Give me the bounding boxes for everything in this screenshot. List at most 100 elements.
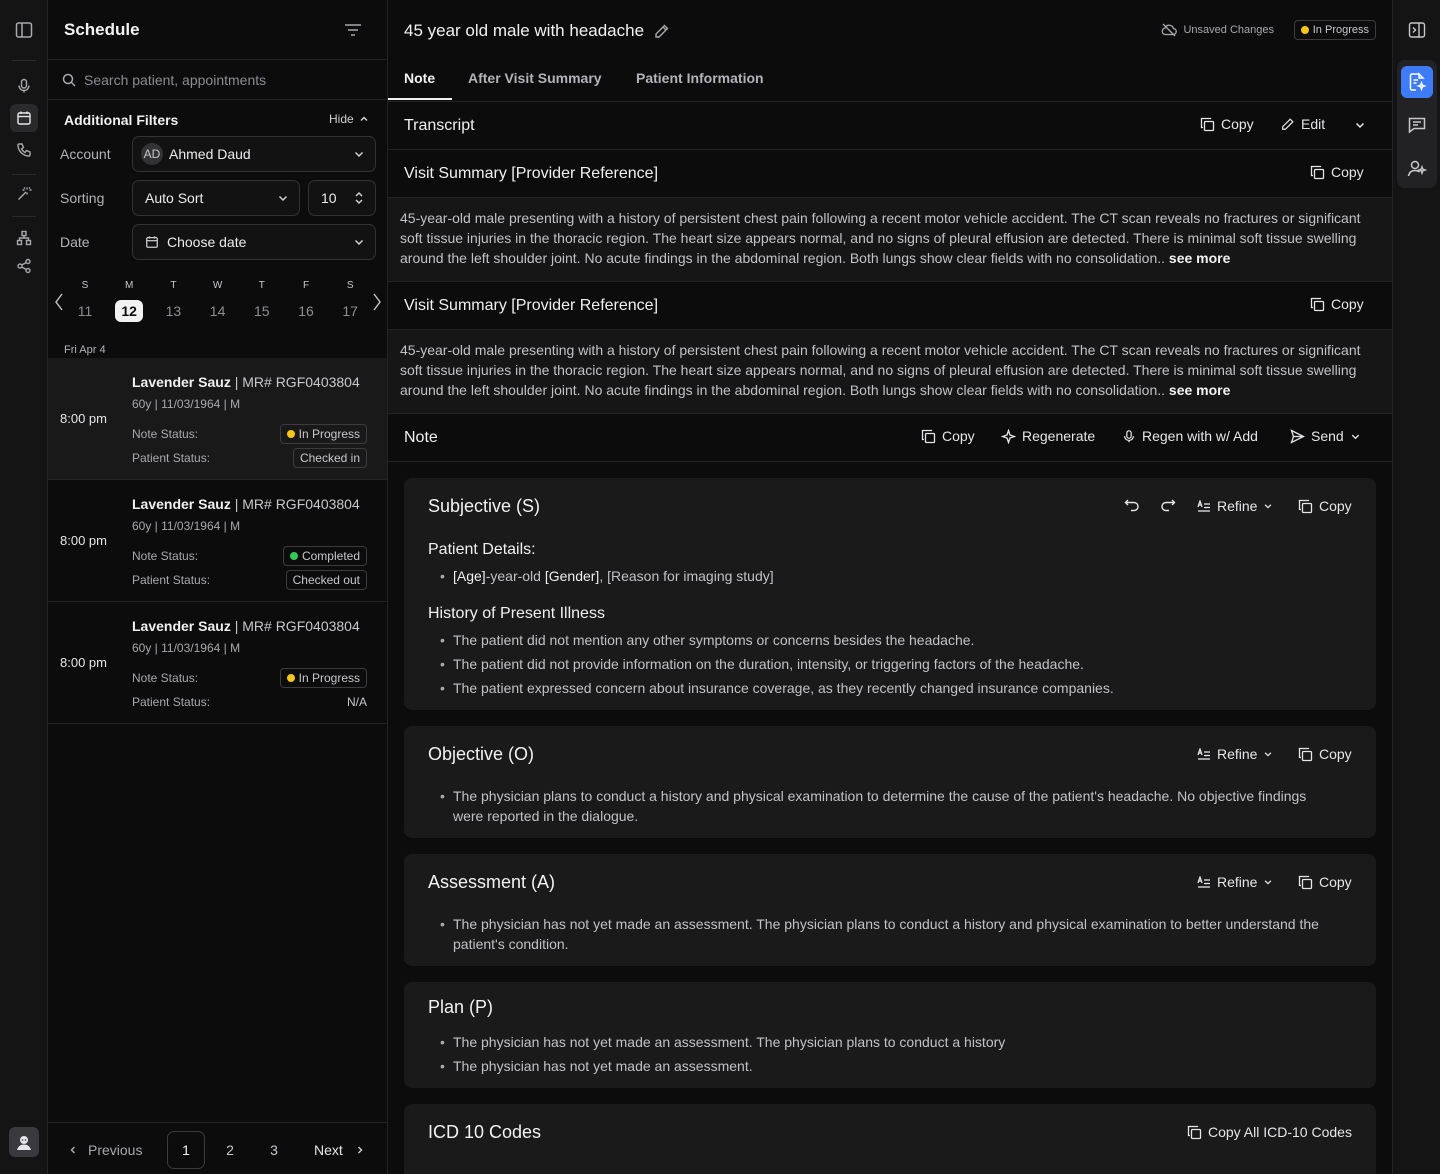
phone-icon[interactable] [10, 136, 38, 164]
panel-collapse-icon[interactable] [1408, 21, 1426, 39]
sidebar-toggle-icon[interactable] [10, 16, 38, 44]
previous-label: Previous [88, 1142, 143, 1158]
appointment-row[interactable]: 8:00 pm Lavender Sauz | MR# RGF0403804 60y… [48, 358, 387, 480]
appointment-row[interactable]: 8:00 pm Lavender Sauz | MR# RGF0403804 60y… [48, 480, 387, 602]
patient-status-badge: Checked out [285, 570, 367, 590]
magic-wand-icon[interactable] [10, 180, 38, 208]
icd-codes-card: ICD 10 Codes Copy All ICD-10 Codes [404, 1104, 1376, 1174]
note-status-text: In Progress [298, 671, 360, 685]
note-status-label: Note Status: [132, 427, 199, 441]
hierarchy-icon[interactable] [10, 224, 38, 252]
microphone-icon[interactable] [10, 72, 38, 100]
sparkle-icon [1001, 428, 1016, 444]
subjective-copy-button[interactable]: Copy [1298, 498, 1352, 514]
document-ai-icon[interactable] [1401, 66, 1433, 98]
calendar-day[interactable]: 11 [70, 300, 100, 322]
transcript-expand-button[interactable] [1354, 119, 1366, 131]
hide-filters-button[interactable]: Hide [329, 112, 369, 126]
see-more-link[interactable]: see more [1169, 382, 1230, 398]
regen-with-add-button[interactable]: Regen with w/ Add [1122, 428, 1258, 444]
chevron-down-icon [278, 195, 288, 202]
weekday-letter: S [81, 280, 89, 291]
weekday-letter: M [125, 280, 134, 291]
plan-item: The physician has not yet made an assess… [440, 1056, 1340, 1076]
account-select[interactable]: AD Ahmed Daud [132, 136, 376, 172]
edit-label: Edit [1301, 116, 1326, 132]
copy-icon [1187, 1125, 1202, 1139]
additional-filters-title: Additional Filters [64, 112, 179, 128]
refine-dropdown[interactable]: Refine [1197, 498, 1273, 514]
left-rail [0, 0, 48, 1174]
refine-icon [1197, 500, 1210, 512]
objective-item: The physician plans to conduct a history… [440, 786, 1340, 826]
page-number-button[interactable]: 1 [167, 1131, 205, 1169]
previous-page-button[interactable]: Previous [68, 1131, 142, 1169]
transcript-edit-button[interactable]: Edit [1281, 116, 1325, 132]
note-copy-button[interactable]: Copy [921, 428, 975, 444]
copy-all-icd-button[interactable]: Copy All ICD-10 Codes [1187, 1124, 1352, 1140]
page-number-button[interactable]: 2 [211, 1131, 249, 1169]
regen-with-add-label: Regen with w/ Add [1142, 428, 1258, 444]
hpi-item: The patient expressed concern about insu… [440, 678, 1340, 698]
objective-copy-button[interactable]: Copy [1298, 746, 1352, 762]
tab-patient-information[interactable]: Patient Information [636, 70, 764, 86]
patient-name-text: Lavender Sauz [132, 496, 231, 512]
calendar-day[interactable]: 16 [291, 300, 321, 322]
user-avatar-icon[interactable] [9, 1127, 39, 1157]
note-editor: 45 year old male with headache Unsaved C… [388, 0, 1392, 1174]
search-input[interactable] [84, 70, 374, 90]
assistant-icon[interactable] [1401, 152, 1433, 184]
page-size-stepper[interactable]: 10 [308, 180, 376, 216]
pencil-icon [1282, 118, 1294, 130]
weekday-letter: T [258, 280, 265, 291]
tab-after-visit-summary[interactable]: After Visit Summary [468, 70, 602, 86]
chat-icon[interactable] [1401, 109, 1433, 141]
chevron-down-icon [354, 239, 364, 246]
calendar-day[interactable]: 15 [247, 300, 277, 322]
date-placeholder: Choose date [167, 234, 247, 250]
regenerate-button[interactable]: Regenerate [1001, 428, 1095, 444]
assessment-copy-button[interactable]: Copy [1298, 874, 1352, 890]
appointment-time: 8:00 pm [60, 411, 107, 426]
calendar-day[interactable]: 12 [115, 300, 144, 322]
undo-button[interactable] [1124, 498, 1140, 512]
prev-week-arrow[interactable] [54, 292, 64, 312]
page-number-button[interactable]: 3 [255, 1131, 293, 1169]
refine-dropdown[interactable]: Refine [1197, 746, 1273, 762]
pencil-icon[interactable] [654, 23, 670, 39]
redo-button[interactable] [1160, 498, 1176, 512]
patient-details-item: [Age]-year-old [Gender], [Reason for ima… [440, 566, 1340, 586]
visit-title: 45 year old male with headache [404, 21, 670, 41]
calendar-day[interactable]: 14 [203, 300, 233, 322]
refine-dropdown[interactable]: Refine [1197, 874, 1273, 890]
see-more-link[interactable]: see more [1169, 250, 1230, 266]
sorting-select[interactable]: Auto Sort [132, 180, 300, 216]
calendar-day[interactable]: 17 [335, 300, 365, 322]
medical-record-number: | MR# RGF0403804 [230, 374, 360, 390]
filter-icon[interactable] [344, 22, 362, 38]
visit-summary-copy-button[interactable]: Copy [1310, 296, 1364, 312]
active-tab-indicator [388, 98, 452, 100]
copy-label: Copy [1221, 116, 1254, 132]
calendar-day[interactable]: 13 [158, 300, 188, 322]
next-week-arrow[interactable] [372, 292, 382, 312]
patient-name-text: Lavender Sauz [132, 618, 231, 634]
next-page-button[interactable]: Next [314, 1131, 365, 1169]
send-button[interactable]: Send [1290, 428, 1361, 444]
visit-summary-copy-button[interactable]: Copy [1310, 164, 1364, 180]
patient-status-label: Patient Status: [132, 451, 211, 465]
share-icon[interactable] [10, 252, 38, 280]
chevron-up-icon [360, 116, 368, 122]
refine-icon [1197, 876, 1210, 888]
tab-note[interactable]: Note [404, 70, 435, 86]
date-picker[interactable]: Choose date [132, 224, 376, 260]
chevron-down-icon [1265, 880, 1272, 885]
search-icon [62, 73, 76, 87]
chevron-down-icon [1265, 504, 1272, 509]
note-status-badge: In Progress [279, 424, 367, 444]
hpi-heading: History of Present Illness [428, 605, 605, 622]
transcript-copy-button[interactable]: Copy [1200, 116, 1254, 132]
appointment-row[interactable]: 8:00 pm Lavender Sauz | MR# RGF0403804 60y… [48, 602, 387, 724]
calendar-icon[interactable] [10, 104, 38, 132]
visit-summary-title: Visit Summary [Provider Reference] [404, 297, 659, 314]
